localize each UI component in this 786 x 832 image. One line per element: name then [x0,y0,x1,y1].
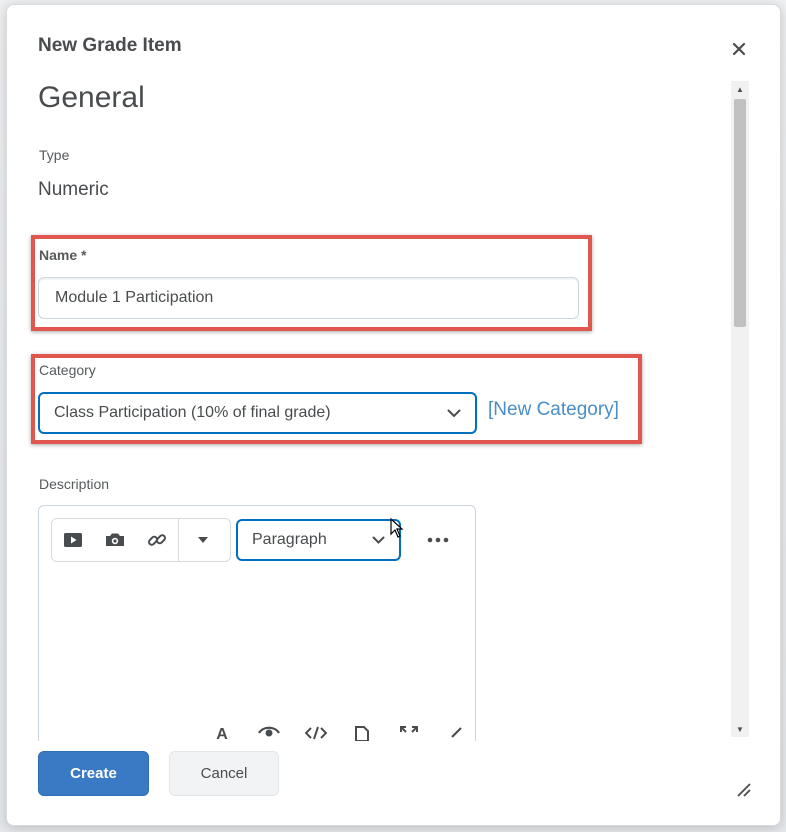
close-button[interactable] [725,35,753,63]
dialog-footer: Create Cancel [7,741,780,825]
scrollbar-thumb[interactable] [734,99,746,327]
preview-eye-icon[interactable] [256,726,282,741]
chevron-down-icon [447,409,461,417]
insert-toolbar-group [51,518,231,562]
more-insert-dropdown[interactable] [179,519,227,561]
mouse-cursor-icon [390,518,404,538]
category-label: Category [39,362,96,378]
format-selected-value: Paragraph [252,531,327,548]
expand-icon [400,726,419,733]
chevron-down-icon [198,537,208,543]
link-icon [148,534,166,546]
fullscreen-icon[interactable] [396,726,422,741]
category-select[interactable]: Class Participation (10% of final grade) [38,392,477,434]
editor-bottom-toolbar: A [209,726,469,741]
resize-editor-icon[interactable] [443,726,469,741]
scroll-down-arrow-icon[interactable]: ▼ [731,721,749,737]
diagonal-resize-icon [451,727,462,738]
code-icon [304,726,327,740]
insert-link-button[interactable] [136,519,178,561]
camera-icon [106,533,124,546]
page-icon[interactable] [349,726,375,741]
eye-icon [257,726,280,737]
video-icon [64,533,82,547]
insert-video-button[interactable] [52,519,94,561]
source-code-icon[interactable] [303,726,329,741]
description-label: Description [39,476,110,492]
section-heading: General [38,81,145,114]
new-grade-item-dialog: New Grade Item General Type Numeric Name… [6,4,781,826]
type-value: Numeric [38,179,109,200]
dialog-resize-icon[interactable] [735,781,751,797]
description-editor[interactable]: Paragraph A [38,505,476,741]
type-label: Type [39,147,70,163]
name-label: Name * [39,247,87,263]
category-selected-value: Class Participation (10% of final grade) [54,404,331,421]
name-input[interactable]: Module 1 Participation [38,277,579,319]
more-options-button[interactable] [420,519,456,561]
scroll-up-arrow-icon[interactable]: ▲ [731,81,749,97]
insert-image-button[interactable] [94,519,136,561]
close-icon [732,42,746,56]
more-options-icon [427,537,449,543]
cancel-button[interactable]: Cancel [169,751,279,796]
dialog-content[interactable]: General Type Numeric Name * Module 1 Par… [7,75,752,741]
vertical-scrollbar[interactable]: ▲ ▼ [731,81,749,737]
format-select[interactable]: Paragraph [236,519,401,561]
dialog-title: New Grade Item [38,35,182,56]
new-category-link[interactable]: [New Category] [488,399,619,421]
create-button[interactable]: Create [38,751,149,796]
text-format-icon[interactable]: A [209,726,235,741]
chevron-down-icon [372,536,385,544]
document-icon [355,726,370,741]
